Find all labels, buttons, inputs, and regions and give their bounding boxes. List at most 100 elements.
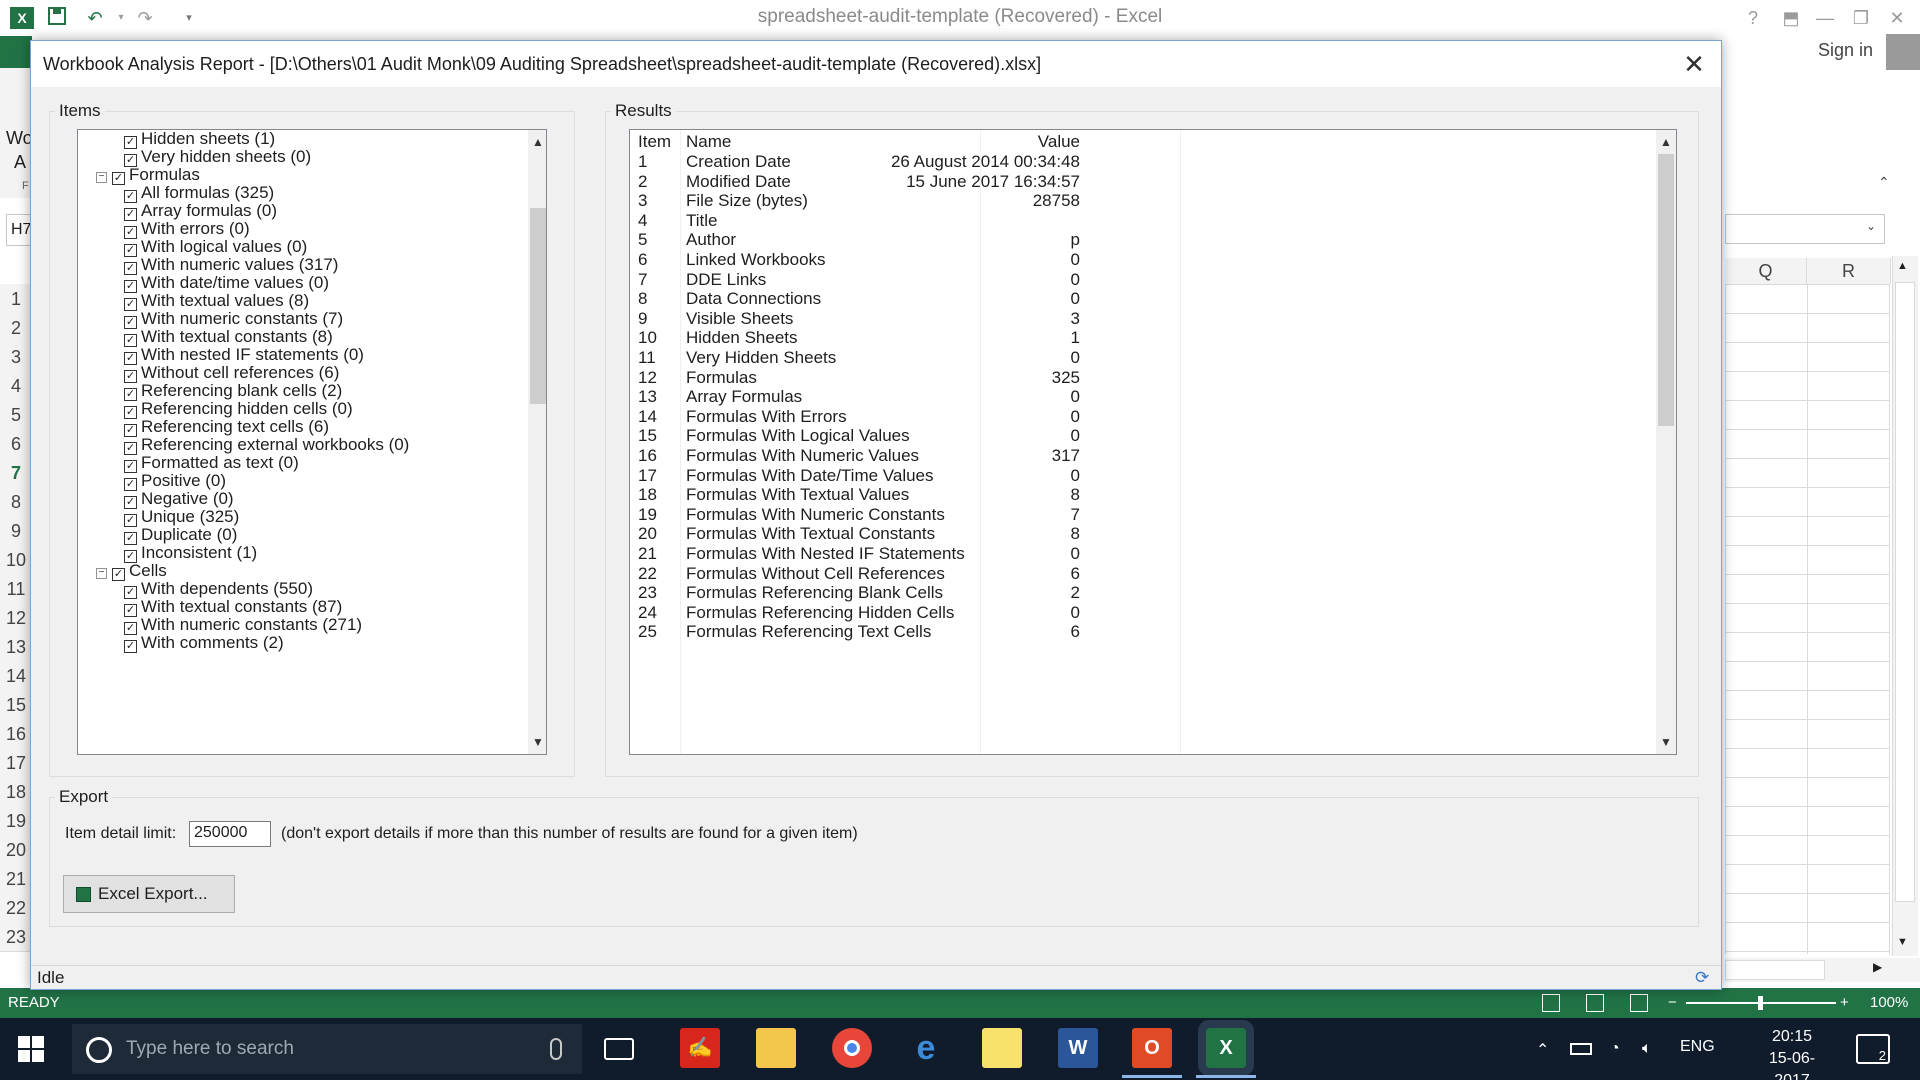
scroll-down-icon[interactable]: ▼ [528, 732, 546, 752]
row-header[interactable]: 4 [0, 371, 32, 401]
tree-scrollbar[interactable]: ▲ ▼ [528, 130, 546, 754]
battery-icon[interactable] [1570, 1043, 1592, 1055]
row-header[interactable]: 3 [0, 342, 32, 372]
action-center-icon[interactable]: 2 [1856, 1034, 1890, 1064]
row-header[interactable]: 8 [0, 487, 32, 517]
language-indicator[interactable]: ENG [1680, 1038, 1715, 1056]
wifi-icon[interactable]: ◔ [1610, 1040, 1620, 1058]
row-header[interactable]: 1 [0, 284, 32, 314]
customize-qat-icon[interactable]: ▾ [176, 6, 202, 30]
scroll-up-icon[interactable]: ▲ [1897, 260, 1908, 272]
zoom-slider-thumb[interactable] [1758, 996, 1763, 1010]
row-header[interactable]: 20 [0, 835, 32, 865]
word-icon[interactable]: W [1058, 1028, 1098, 1068]
row-header[interactable]: 21 [0, 864, 32, 894]
sticky-notes-icon[interactable] [982, 1028, 1022, 1068]
row-header[interactable]: 17 [0, 748, 32, 778]
microphone-icon[interactable] [550, 1038, 562, 1060]
name-box[interactable]: H7 [6, 214, 32, 246]
restore-icon[interactable]: ❐ [1846, 4, 1876, 32]
scroll-right-icon[interactable]: ▶ [1873, 960, 1882, 974]
table-row[interactable]: 25 Formulas Referencing Text Cells 6 [630, 620, 1656, 644]
page-break-view-icon[interactable] [1630, 994, 1648, 1012]
excel-app-icon[interactable]: X [10, 7, 34, 29]
save-icon[interactable] [44, 6, 70, 30]
normal-view-icon[interactable] [1542, 994, 1560, 1012]
close-icon[interactable]: ✕ [1677, 49, 1711, 79]
refresh-icon[interactable]: ⟳ [1695, 966, 1709, 990]
redo-icon[interactable]: ↷ [132, 6, 158, 30]
undo-icon[interactable]: ↶ [82, 6, 108, 30]
scrollbar-thumb[interactable] [1895, 282, 1915, 902]
clock[interactable]: 20:15 15-06-2017 [1754, 1026, 1830, 1080]
scrollbar-thumb[interactable] [530, 208, 546, 404]
volume-icon[interactable]: 🔈︎ [1642, 1040, 1652, 1058]
undo-dropdown-icon[interactable]: ▾ [108, 6, 134, 30]
row-header[interactable]: 14 [0, 661, 32, 691]
row-header[interactable]: 2 [0, 313, 32, 343]
row-header[interactable]: 18 [0, 777, 32, 807]
avatar[interactable] [1886, 34, 1920, 70]
row-header[interactable]: 23 [0, 922, 32, 952]
scroll-down-icon[interactable]: ▼ [1897, 936, 1908, 948]
scroll-up-icon[interactable]: ▲ [1656, 132, 1676, 152]
excel-export-button[interactable]: Excel Export... [63, 875, 235, 913]
show-hidden-icons[interactable]: ⌃ [1536, 1040, 1549, 1060]
collapse-icon[interactable]: − [96, 568, 107, 579]
results-table[interactable]: Item Name Value 1 Creation Date 26 August … [629, 129, 1677, 755]
row-header[interactable]: 22 [0, 893, 32, 923]
items-tree[interactable]: ✓ Hidden sheets (1) ✓ Very hidden sheets (0… [77, 129, 547, 755]
close-window-icon[interactable]: ✕ [1882, 4, 1912, 32]
taskbar-search[interactable]: Type here to search [72, 1024, 582, 1074]
dialog-status-bar: Idle ⟳ [31, 965, 1721, 989]
detail-limit-input[interactable]: 250000 [189, 821, 271, 847]
task-view-icon[interactable] [604, 1038, 634, 1060]
zoom-level[interactable]: 100% [1870, 988, 1908, 1018]
row-header[interactable]: 12 [0, 603, 32, 633]
column-header-r[interactable]: R [1807, 258, 1891, 284]
row-header[interactable]: 6 [0, 429, 32, 459]
office-icon[interactable]: O [1122, 1028, 1182, 1078]
row-header[interactable]: 13 [0, 632, 32, 662]
row-header[interactable]: 11 [0, 574, 32, 604]
collapse-ribbon-icon[interactable]: ⌃ [1878, 174, 1890, 191]
row-header[interactable]: 7 [0, 458, 32, 488]
column-header-q[interactable]: Q [1725, 258, 1807, 284]
scroll-up-icon[interactable]: ▲ [528, 132, 546, 152]
workbook-analysis-dialog: Workbook Analysis Report - [D:\Others\01… [30, 40, 1722, 990]
results-scrollbar[interactable]: ▲ ▼ [1656, 130, 1676, 754]
formula-bar[interactable]: ⌄ [1725, 214, 1885, 244]
file-explorer-icon[interactable] [756, 1028, 796, 1068]
acrobat-icon[interactable]: ✍ [680, 1028, 720, 1068]
sheet-horizontal-scrollbar[interactable]: ▶ [1725, 958, 1920, 982]
tree-item[interactable]: ✓ With comments (2) [124, 632, 284, 654]
cortana-icon[interactable] [86, 1037, 112, 1063]
scrollbar-thumb[interactable] [1658, 154, 1674, 426]
excel-icon [76, 887, 91, 902]
excel-taskbar-icon[interactable]: X [1196, 1020, 1256, 1078]
scrollbar-thumb[interactable] [1725, 960, 1825, 980]
checkbox[interactable]: ✓ [124, 640, 137, 653]
minimize-icon[interactable]: — [1810, 4, 1840, 32]
row-header[interactable]: 10 [0, 545, 32, 575]
sign-in-link[interactable]: Sign in [1818, 40, 1873, 61]
row-header[interactable]: 9 [0, 516, 32, 546]
windows-logo-icon [32, 1050, 44, 1062]
help-icon[interactable]: ? [1738, 4, 1768, 32]
sheet-grid[interactable] [1725, 284, 1890, 954]
zoom-out-icon[interactable]: − [1668, 988, 1677, 1018]
scroll-down-icon[interactable]: ▼ [1656, 732, 1676, 752]
page-layout-view-icon[interactable] [1586, 994, 1604, 1012]
row-header[interactable]: 19 [0, 806, 32, 836]
ribbon-display-icon[interactable]: ⬒ [1776, 4, 1806, 32]
expand-formula-bar-icon[interactable]: ⌄ [1866, 219, 1876, 233]
zoom-in-icon[interactable]: + [1840, 988, 1849, 1018]
row-header[interactable]: 15 [0, 690, 32, 720]
collapse-icon[interactable]: − [96, 172, 107, 183]
row-header[interactable]: 5 [0, 400, 32, 430]
edge-icon[interactable]: e [906, 1028, 946, 1068]
start-button[interactable] [18, 1036, 44, 1062]
sheet-vertical-scrollbar[interactable]: ▲ ▼ [1892, 256, 1918, 956]
chrome-icon[interactable] [832, 1028, 872, 1068]
row-header[interactable]: 16 [0, 719, 32, 749]
